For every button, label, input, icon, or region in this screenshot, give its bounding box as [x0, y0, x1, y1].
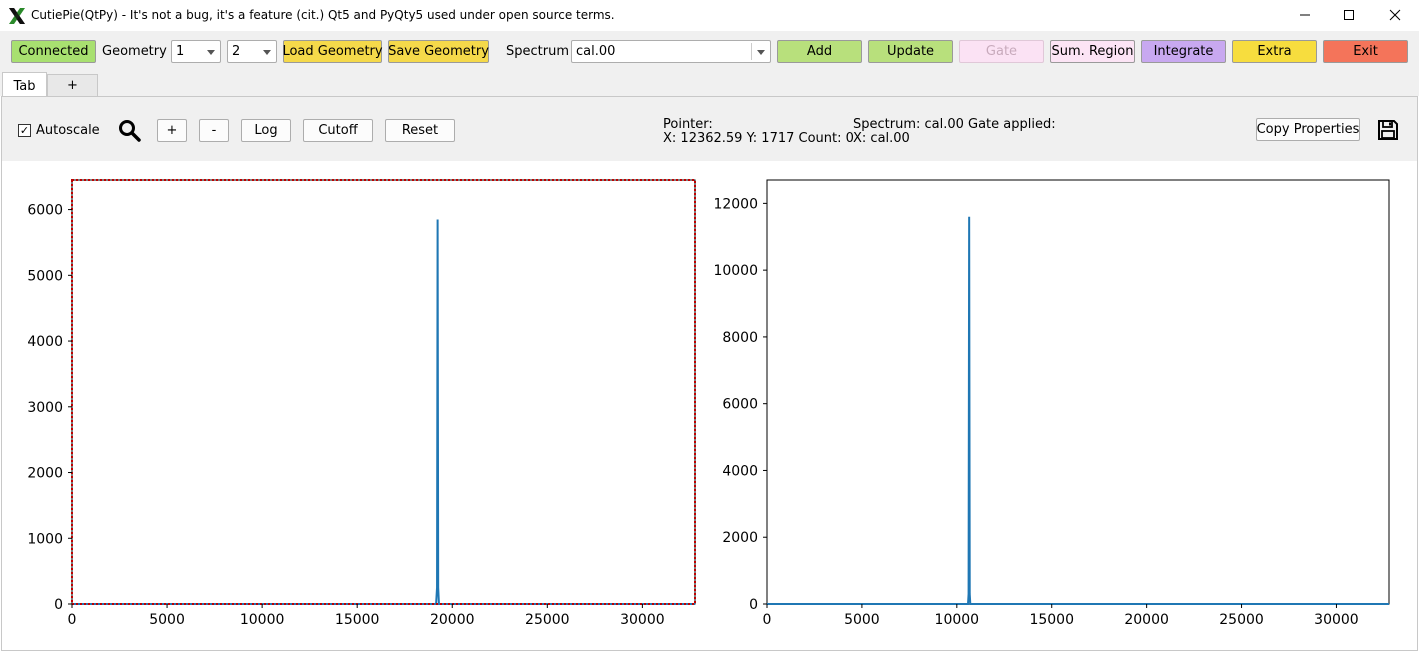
series-line	[767, 216, 1389, 605]
x-tick-label: 25000	[525, 612, 570, 628]
x-tick-label: 5000	[844, 612, 880, 628]
zoom-out-button[interactable]: -	[199, 119, 229, 142]
x-tick-label: 25000	[1219, 612, 1264, 628]
integrate-button[interactable]: Integrate	[1141, 40, 1226, 63]
tab-add[interactable]: +	[47, 74, 98, 96]
x-tick-label: 0	[68, 612, 77, 628]
x-tick-label: 15000	[335, 612, 380, 628]
close-button[interactable]	[1372, 0, 1418, 30]
zoom-search-icon[interactable]	[118, 119, 142, 143]
chevron-down-icon	[207, 50, 215, 55]
selected-plot-border	[71, 179, 696, 605]
x-tick-label: 5000	[149, 612, 185, 628]
autoscale-label: Autoscale	[36, 123, 100, 138]
title-bar: CutiePie(QtPy) - It's not a bug, it's a …	[0, 0, 1419, 32]
exit-button[interactable]: Exit	[1323, 40, 1408, 63]
plot-frame	[766, 179, 1390, 605]
y-tick-label: 12000	[713, 196, 758, 212]
y-tick-label: 3000	[27, 400, 63, 416]
gate-applied-label: Gate applied:	[968, 117, 1056, 132]
sum-region-button[interactable]: Sum. Region	[1050, 40, 1135, 63]
x-tick-label: 10000	[935, 612, 980, 628]
chevron-down-icon	[757, 50, 765, 55]
zoom-in-button[interactable]: +	[157, 119, 187, 142]
y-tick-label: 5000	[27, 268, 63, 284]
x-tick-label: 0	[763, 612, 772, 628]
y-tick-label: 10000	[713, 263, 758, 279]
main-toolbar: Connected Geometry 1 2 Load Geometry Sav…	[0, 32, 1419, 70]
maximize-button[interactable]	[1326, 0, 1372, 30]
geometry-rows-select[interactable]: 1	[171, 40, 221, 63]
y-tick-label: 2000	[722, 530, 758, 546]
update-button[interactable]: Update	[868, 40, 953, 63]
geometry-cols-value: 2	[232, 44, 241, 59]
combo-separator	[751, 43, 752, 60]
y-tick-label: 0	[749, 597, 758, 613]
maximize-icon	[1344, 10, 1354, 20]
spectrum-x-info: X: cal.00	[853, 131, 910, 146]
load-geometry-button[interactable]: Load Geometry	[282, 40, 383, 63]
cutoff-button[interactable]: Cutoff	[303, 119, 373, 142]
add-button[interactable]: Add	[777, 40, 862, 63]
save-floppy-icon[interactable]	[1377, 119, 1399, 141]
x-tick-label: 10000	[240, 612, 285, 628]
pointer-label: Pointer:	[663, 117, 713, 132]
window-title: CutiePie(QtPy) - It's not a bug, it's a …	[31, 8, 615, 22]
reset-button[interactable]: Reset	[385, 119, 455, 142]
y-tick-label: 1000	[27, 531, 63, 547]
gate-button[interactable]: Gate	[959, 40, 1044, 63]
y-tick-label: 4000	[27, 334, 63, 350]
geometry-rows-value: 1	[176, 44, 185, 59]
y-tick-label: 2000	[27, 466, 63, 482]
tab-main[interactable]: Tab	[2, 72, 47, 99]
y-tick-label: 8000	[722, 330, 758, 346]
x-tick-label: 30000	[620, 612, 665, 628]
copy-properties-button[interactable]: Copy Properties	[1256, 118, 1360, 141]
app-x-icon	[9, 8, 25, 24]
y-tick-label: 6000	[722, 397, 758, 413]
x-tick-label: 20000	[1124, 612, 1169, 628]
spectrum-plot-2[interactable]: 0 5000 10000 15000 20000 25000 30000 0 2000 4000 6…	[710, 160, 1415, 650]
x-tick-label: 20000	[430, 612, 475, 628]
series-line	[72, 219, 695, 605]
spectrum-info: Spectrum: cal.00	[853, 117, 964, 132]
close-icon	[1389, 9, 1401, 21]
spectrum-label: Spectrum	[506, 44, 569, 59]
y-tick-label: 6000	[27, 203, 63, 219]
plot-frame	[71, 179, 696, 605]
plot-controls: ✓ Autoscale + - Log Cutoff Reset Pointer…	[2, 97, 1417, 161]
geometry-label: Geometry	[102, 44, 167, 59]
extra-button[interactable]: Extra	[1232, 40, 1317, 63]
y-tick-label: 0	[54, 597, 63, 613]
pointer-value: X: 12362.59 Y: 1717 Count: 0	[663, 131, 854, 146]
chevron-down-icon	[263, 50, 271, 55]
y-tick-label: 4000	[722, 463, 758, 479]
save-geometry-button[interactable]: Save Geometry	[388, 40, 489, 63]
spectrum-value: cal.00	[576, 44, 616, 59]
autoscale-checkbox[interactable]: ✓	[18, 124, 31, 137]
x-tick-label: 30000	[1314, 612, 1359, 628]
x-tick-label: 15000	[1029, 612, 1074, 628]
minimize-button[interactable]	[1282, 0, 1328, 30]
spectrum-select[interactable]: cal.00	[571, 40, 771, 63]
spectrum-plot-1[interactable]: 0 5000 10000 15000 20000 25000 30000 0 1000 2000 3…	[0, 160, 710, 650]
tab-bar: Tab +	[0, 70, 1419, 99]
connected-button[interactable]: Connected	[11, 40, 96, 63]
minimize-icon	[1300, 14, 1310, 16]
geometry-cols-select[interactable]: 2	[227, 40, 277, 63]
log-button[interactable]: Log	[241, 119, 291, 142]
